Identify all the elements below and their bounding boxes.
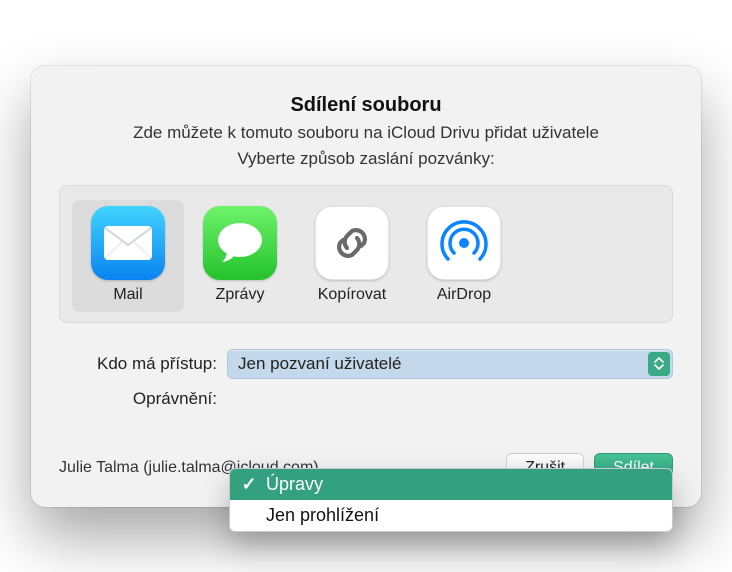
invite-method-messages[interactable]: Zprávy (184, 200, 296, 312)
invite-method-label: Mail (113, 286, 142, 304)
link-icon (315, 206, 389, 280)
sheet-subtitle: Zde můžete k tomuto souboru na iCloud Dr… (59, 123, 673, 143)
checkmark-icon: ✓ (240, 474, 258, 495)
permission-label: Oprávnění: (59, 389, 217, 409)
invite-method-prompt: Vyberte způsob zaslání pozvánky: (59, 149, 673, 169)
airdrop-icon (427, 206, 501, 280)
access-value: Jen pozvaní uživatelé (238, 354, 402, 374)
invite-method-airdrop[interactable]: AirDrop (408, 200, 520, 312)
invite-method-copy-link[interactable]: Kopírovat (296, 200, 408, 312)
access-popup[interactable]: Jen pozvaní uživatelé (227, 349, 673, 379)
permission-option-edit[interactable]: ✓ Úpravy (230, 469, 672, 500)
chevron-up-down-icon (648, 352, 670, 376)
sheet-title: Sdílení souboru (59, 94, 673, 117)
permission-dropdown: ✓ Úpravy Jen prohlížení (229, 468, 673, 532)
access-row: Kdo má přístup: Jen pozvaní uživatelé (59, 349, 673, 379)
permission-option-view-only[interactable]: Jen prohlížení (230, 500, 672, 531)
invite-methods: Mail Zprávy Kopírovat (59, 185, 673, 323)
invite-method-label: Kopírovat (318, 286, 386, 304)
permission-row: Oprávnění: (59, 389, 673, 409)
permission-option-label: Jen prohlížení (266, 505, 379, 526)
messages-icon (203, 206, 277, 280)
permission-option-label: Úpravy (266, 474, 323, 495)
share-file-sheet: Sdílení souboru Zde můžete k tomuto soub… (31, 66, 701, 507)
access-label: Kdo má přístup: (59, 354, 217, 374)
invite-method-mail[interactable]: Mail (72, 200, 184, 312)
invite-method-label: Zprávy (216, 286, 265, 304)
invite-method-label: AirDrop (437, 286, 491, 304)
mail-icon (91, 206, 165, 280)
